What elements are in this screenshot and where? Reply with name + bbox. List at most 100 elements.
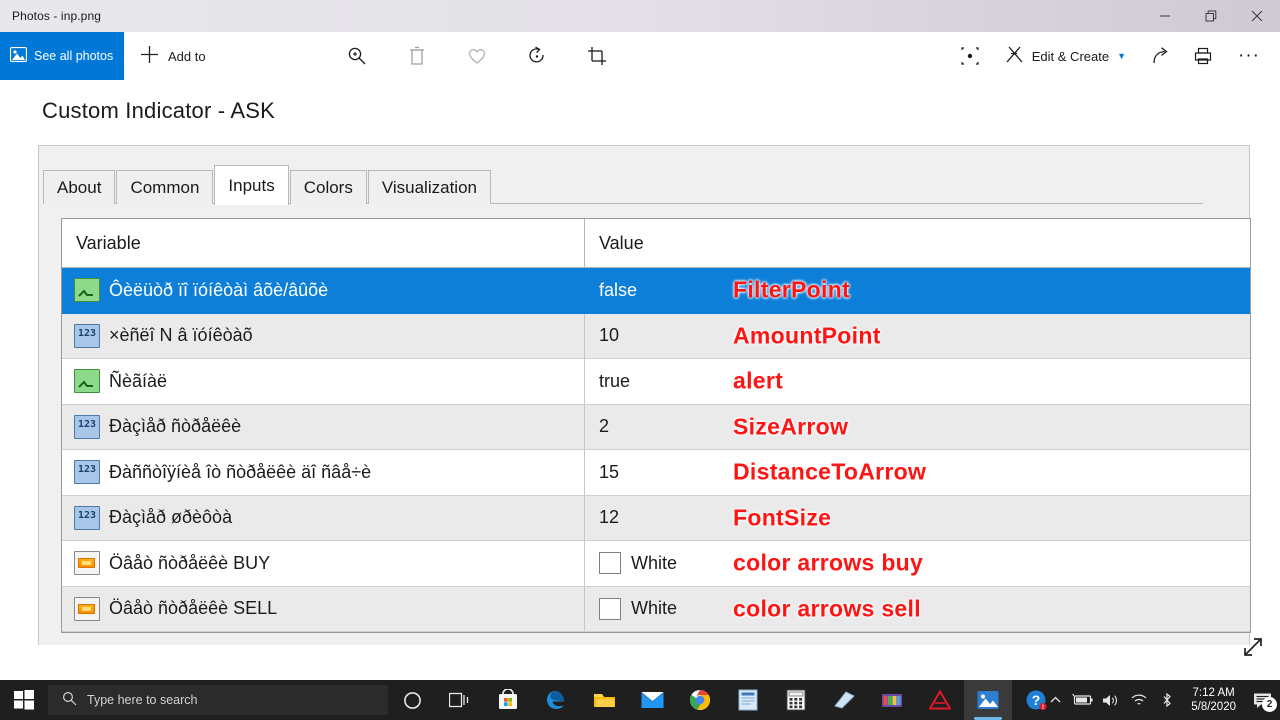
photos-toolbar: See all photos Add to Edit & Create ▼ ··… — [0, 32, 1280, 81]
table-row[interactable]: Öâåò ñòðåëêè SELL White color arrows sel… — [62, 586, 1250, 632]
edit-and-create-button[interactable]: Edit & Create ▼ — [995, 39, 1136, 73]
color-swatch[interactable] — [599, 552, 621, 575]
annotation-label: FilterPoint — [733, 276, 851, 303]
image-viewer-canvas[interactable]: Custom Indicator - ASK About Common Inpu… — [0, 80, 1280, 670]
bool-type-icon — [74, 369, 100, 394]
crop-icon[interactable] — [580, 39, 614, 73]
row-variable-label: Ðàññòîÿíèå îò ñòðåëêè äî ñâå÷è — [109, 461, 372, 482]
table-row[interactable]: Öâåò ñòðåëêè BUY White color arrows buy — [62, 541, 1250, 587]
close-button[interactable] — [1234, 0, 1280, 32]
table-row[interactable]: 123 Ðàçìåð øðèôòà 12 FontSize — [62, 495, 1250, 541]
microsoft-store-icon[interactable] — [484, 680, 532, 720]
custom-indicator-dialog: About Common Inputs Colors Visualization… — [38, 145, 1251, 645]
mail-icon[interactable] — [628, 680, 676, 720]
table-row[interactable]: 123 Ðàññòîÿíèå îò ñòðåëêè äî ñâå÷è 15 Di… — [62, 450, 1250, 496]
see-all-photos-button[interactable]: See all photos — [0, 32, 124, 80]
row-value-text: 12 — [599, 507, 620, 528]
table-row[interactable]: Ôèëüòð ïî ïóíêòàì âõè/âûõè false FilterP… — [62, 268, 1250, 314]
annotation-label: color arrows buy — [733, 549, 924, 576]
dialog-tabs: About Common Inputs Colors Visualization — [43, 165, 492, 205]
zoom-icon[interactable] — [340, 39, 374, 73]
int-type-icon: 123 — [74, 414, 100, 439]
row-value-cell[interactable]: White color arrows sell — [585, 587, 1250, 632]
calculator-icon[interactable] — [772, 680, 820, 720]
start-button[interactable] — [0, 680, 48, 720]
row-value-cell[interactable]: true alert — [585, 359, 1250, 404]
toolbar-edit-tools — [340, 39, 614, 73]
clock-date: 5/8/2020 — [1191, 701, 1236, 713]
minimize-button[interactable] — [1142, 0, 1188, 32]
delete-icon[interactable] — [400, 39, 434, 73]
favorite-icon[interactable] — [460, 39, 494, 73]
bluetooth-icon[interactable] — [1153, 680, 1181, 720]
edit-create-icon — [1005, 45, 1024, 67]
annotation-label: AmountPoint — [733, 322, 881, 349]
print-icon[interactable] — [1186, 39, 1220, 73]
row-variable-cell: 123 Ðàçìåð ñòðåëêè — [62, 404, 585, 449]
row-value-cell[interactable]: 15 DistanceToArrow — [585, 450, 1250, 495]
row-value-text: true — [599, 370, 631, 391]
annotation-label: color arrows sell — [733, 595, 921, 622]
expand-image-icon[interactable] — [1240, 634, 1266, 660]
show-hidden-icons-icon[interactable] — [1041, 680, 1069, 720]
notification-badge: 2 — [1262, 697, 1277, 712]
row-variable-label: Ñèãíàë — [109, 370, 168, 391]
battery-icon[interactable] — [1069, 680, 1097, 720]
clock-time: 7:12 AM — [1192, 687, 1235, 699]
inputs-grid: Variable Value Ôèëüòð ïî ïóíêòàì âõè/âûõ… — [61, 218, 1251, 633]
plus-icon — [140, 45, 159, 67]
row-value-cell[interactable]: 10 AmountPoint — [585, 314, 1250, 359]
word-icon[interactable] — [724, 680, 772, 720]
column-header-variable: Variable — [62, 219, 585, 267]
annotation-label: FontSize — [733, 504, 832, 531]
wifi-icon[interactable] — [1125, 680, 1153, 720]
share-icon[interactable] — [1144, 39, 1178, 73]
photos-collection-icon — [9, 46, 28, 65]
tab-colors-label: Colors — [303, 177, 353, 197]
annotation-label: DistanceToArrow — [733, 458, 927, 485]
windows-taskbar: Type here to search ? ! 7:12 AM 5/8/2020… — [0, 680, 1280, 720]
edge-icon[interactable] — [532, 680, 580, 720]
tab-about[interactable]: About — [43, 170, 116, 204]
table-row[interactable]: 123 Ðàçìåð ñòðåëêè 2 SizeArrow — [62, 404, 1250, 450]
row-value-cell[interactable]: false FilterPoint — [585, 268, 1250, 313]
row-variable-cell: Öâåò ñòðåëêè BUY — [62, 541, 585, 586]
more-icon[interactable]: ··· — [1228, 45, 1270, 67]
cortana-icon[interactable] — [388, 680, 436, 720]
tab-inputs[interactable]: Inputs — [214, 165, 289, 205]
notifications-button[interactable]: 2 — [1246, 680, 1280, 720]
volume-icon[interactable] — [1097, 680, 1125, 720]
rotate-icon[interactable] — [520, 39, 554, 73]
task-view-icon[interactable] — [436, 680, 484, 720]
file-explorer-icon[interactable] — [580, 680, 628, 720]
row-variable-label: ×èñëî N â ïóíêòàõ — [109, 325, 253, 346]
tab-visualization[interactable]: Visualization — [367, 170, 491, 204]
clock[interactable]: 7:12 AM 5/8/2020 — [1181, 686, 1246, 714]
table-row[interactable]: 123 ×èñëî N â ïóíêòàõ 10 AmountPoint — [62, 313, 1250, 359]
restore-button[interactable] — [1188, 0, 1234, 32]
row-value-cell[interactable]: White color arrows buy — [585, 541, 1250, 586]
chrome-icon[interactable] — [676, 680, 724, 720]
autocad-icon[interactable] — [916, 680, 964, 720]
tab-common[interactable]: Common — [116, 170, 214, 204]
notes-icon[interactable] — [820, 680, 868, 720]
row-value-cell[interactable]: 2 SizeArrow — [585, 405, 1250, 450]
tab-colors[interactable]: Colors — [289, 170, 367, 204]
row-value-cell[interactable]: 12 FontSize — [585, 496, 1250, 541]
grid-header-row: Variable Value — [62, 219, 1250, 268]
color-swatch[interactable] — [599, 597, 621, 620]
table-row[interactable]: Ñèãíàë true alert — [62, 359, 1250, 405]
row-value-text: White — [631, 552, 678, 573]
chevron-down-icon: ▼ — [1117, 51, 1127, 61]
add-to-button[interactable]: Add to — [124, 32, 222, 80]
int-type-icon: 123 — [74, 323, 100, 348]
tab-inputs-label: Inputs — [228, 175, 275, 195]
photos-icon[interactable] — [964, 680, 1012, 720]
row-variable-label: Ðàçìåð øðèôòà — [109, 507, 233, 528]
search-input[interactable]: Type here to search — [48, 685, 388, 715]
see-all-photos-label: See all photos — [34, 49, 114, 63]
spot-fix-icon[interactable] — [953, 39, 987, 73]
tab-about-label: About — [57, 177, 102, 197]
edit-and-create-label: Edit & Create — [1031, 48, 1110, 64]
winrar-icon[interactable] — [868, 680, 916, 720]
